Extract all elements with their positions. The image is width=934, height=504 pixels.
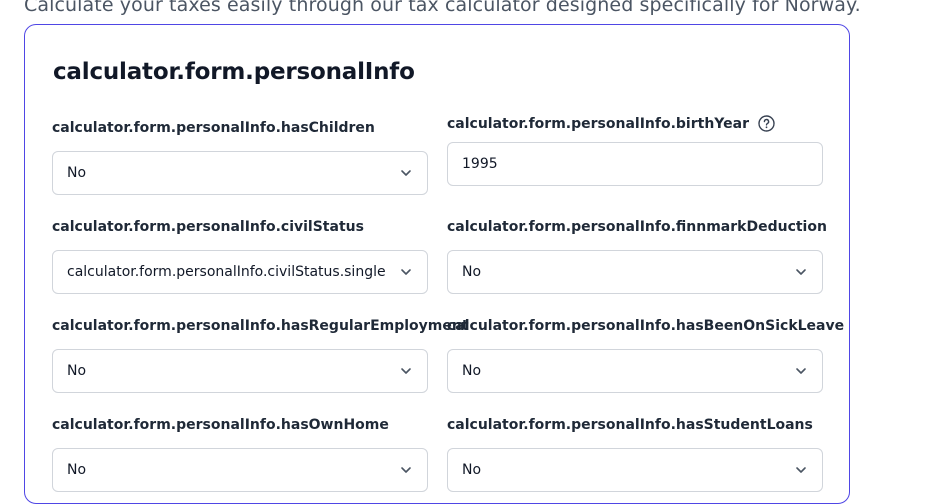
regular-employment-label-text: calculator.form.personalInfo.hasRegularE… (52, 318, 469, 334)
student-loans-label: calculator.form.personalInfo.hasStudentL… (447, 417, 813, 433)
civil-status-select[interactable]: calculator.form.personalInfo.civilStatus… (52, 250, 428, 294)
sick-leave-label: calculator.form.personalInfo.hasBeenOnSi… (447, 318, 844, 334)
has-children-label: calculator.form.personalInfo.hasChildren (52, 120, 375, 136)
sick-leave-select[interactable]: No (447, 349, 823, 393)
civil-status-label-text: calculator.form.personalInfo.civilStatus (52, 219, 364, 235)
chevron-down-icon (399, 166, 413, 180)
own-home-label-text: calculator.form.personalInfo.hasOwnHome (52, 417, 389, 433)
chevron-down-icon (794, 463, 808, 477)
chevron-down-icon (399, 364, 413, 378)
chevron-down-icon (399, 265, 413, 279)
card-title: calculator.form.personalInfo (53, 59, 415, 85)
sick-leave-value: No (462, 363, 482, 379)
finnmark-deduction-label: calculator.form.personalInfo.finnmarkDed… (447, 219, 827, 235)
regular-employment-select[interactable]: No (52, 349, 428, 393)
own-home-value: No (67, 462, 87, 478)
chevron-down-icon (794, 265, 808, 279)
birth-year-input[interactable]: 1995 (447, 142, 823, 186)
regular-employment-label: calculator.form.personalInfo.hasRegularE… (52, 318, 469, 334)
has-children-select[interactable]: No (52, 151, 428, 195)
birth-year-label: calculator.form.personalInfo.birthYear (447, 115, 775, 132)
chevron-down-icon (399, 463, 413, 477)
birth-year-label-text: calculator.form.personalInfo.birthYear (447, 115, 749, 132)
birth-year-value: 1995 (462, 156, 498, 172)
finnmark-deduction-label-text: calculator.form.personalInfo.finnmarkDed… (447, 219, 827, 235)
has-children-label-text: calculator.form.personalInfo.hasChildren (52, 120, 375, 136)
student-loans-value: No (462, 462, 482, 478)
finnmark-deduction-value: No (462, 264, 482, 280)
own-home-select[interactable]: No (52, 448, 428, 492)
civil-status-label: calculator.form.personalInfo.civilStatus (52, 219, 364, 235)
chevron-down-icon (794, 364, 808, 378)
own-home-label: calculator.form.personalInfo.hasOwnHome (52, 417, 389, 433)
personal-info-card: calculator.form.personalInfo calculator.… (24, 24, 850, 504)
help-circle-icon[interactable] (758, 115, 775, 132)
regular-employment-value: No (67, 363, 87, 379)
student-loans-label-text: calculator.form.personalInfo.hasStudentL… (447, 417, 813, 433)
has-children-value: No (67, 165, 87, 181)
finnmark-deduction-select[interactable]: No (447, 250, 823, 294)
intro-text: Calculate your taxes easily through our … (24, 0, 861, 16)
sick-leave-label-text: calculator.form.personalInfo.hasBeenOnSi… (447, 318, 845, 334)
civil-status-value: calculator.form.personalInfo.civilStatus… (67, 264, 386, 280)
student-loans-select[interactable]: No (447, 448, 823, 492)
